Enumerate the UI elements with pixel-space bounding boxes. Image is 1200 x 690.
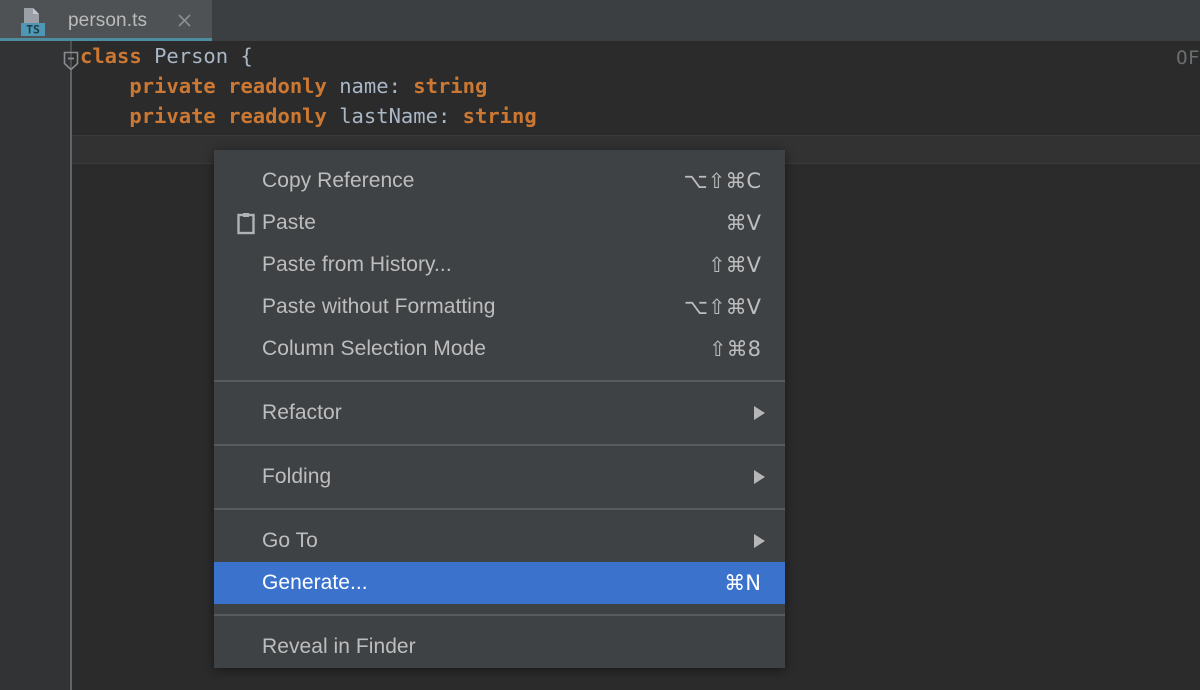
menu-item-paste-from-history[interactable]: Paste from History... ⇧⌘V bbox=[214, 244, 785, 286]
menu-item-label: Paste without Formatting bbox=[262, 295, 496, 318]
menu-item-label: Refactor bbox=[262, 401, 342, 424]
code-token: string bbox=[413, 74, 488, 98]
tab-title: person.ts bbox=[68, 10, 148, 31]
menu-item-shortcut: ⌘N bbox=[724, 571, 761, 595]
code-line: private readonly name: string bbox=[80, 71, 537, 101]
menu-item-shortcut: ⌥⇧⌘C bbox=[683, 169, 761, 193]
code-token: private readonly bbox=[129, 104, 327, 128]
menu-item-label: Folding bbox=[262, 465, 332, 488]
menu-group: Refactor bbox=[214, 392, 785, 434]
menu-item-shortcut: ⌘V bbox=[725, 211, 761, 235]
menu-item-label: Column Selection Mode bbox=[262, 337, 487, 360]
editor-tab-bar: TS person.ts bbox=[0, 0, 1200, 41]
submenu-arrow-icon bbox=[754, 534, 765, 548]
code-content: class Person { private readonly name: st… bbox=[80, 41, 537, 131]
submenu-arrow-icon bbox=[754, 470, 765, 484]
menu-item-label: Paste from History... bbox=[262, 253, 452, 276]
menu-group: Copy Reference ⌥⇧⌘C Paste ⌘V Paste from Hist… bbox=[214, 160, 785, 370]
menu-item-label: Go To bbox=[262, 529, 318, 552]
menu-separator bbox=[214, 444, 785, 446]
menu-item-folding[interactable]: Folding bbox=[214, 456, 785, 498]
code-token: { bbox=[228, 44, 253, 68]
code-line: class Person { bbox=[80, 41, 537, 71]
submenu-arrow-icon bbox=[754, 406, 765, 420]
code-token: class bbox=[80, 44, 142, 68]
ide-window: TS person.ts class Person { private read… bbox=[0, 0, 1200, 690]
code-token: Person bbox=[154, 44, 229, 68]
editor-gutter[interactable] bbox=[0, 41, 72, 690]
editor-tab-person-ts[interactable]: TS person.ts bbox=[0, 0, 212, 41]
close-icon[interactable] bbox=[176, 12, 193, 29]
menu-group: Reveal in Finder bbox=[214, 626, 785, 668]
menu-item-column-selection-mode[interactable]: Column Selection Mode ⇧⌘8 bbox=[214, 328, 785, 370]
menu-separator bbox=[214, 614, 785, 616]
menu-item-shortcut: ⇧⌘8 bbox=[709, 337, 761, 361]
menu-item-label: Copy Reference bbox=[262, 169, 415, 192]
menu-separator bbox=[214, 380, 785, 382]
menu-item-refactor[interactable]: Refactor bbox=[214, 392, 785, 434]
menu-item-shortcut: ⌥⇧⌘V bbox=[683, 295, 761, 319]
code-token: lastName: bbox=[326, 104, 463, 128]
editor-inlay-hint: OF bbox=[1176, 47, 1200, 69]
menu-item-paste[interactable]: Paste ⌘V bbox=[214, 202, 785, 244]
menu-item-go-to[interactable]: Go To bbox=[214, 520, 785, 562]
code-token: name: bbox=[326, 74, 414, 98]
menu-item-generate[interactable]: Generate... ⌘N bbox=[214, 562, 785, 604]
menu-item-shortcut: ⇧⌘V bbox=[708, 253, 761, 277]
menu-item-label: Reveal in Finder bbox=[262, 635, 416, 658]
menu-item-label: Generate... bbox=[262, 571, 368, 594]
menu-item-copy-reference[interactable]: Copy Reference ⌥⇧⌘C bbox=[214, 160, 785, 202]
menu-item-label: Paste bbox=[262, 211, 316, 234]
menu-item-paste-without-formatting[interactable]: Paste without Formatting ⌥⇧⌘V bbox=[214, 286, 785, 328]
editor-context-menu[interactable]: Copy Reference ⌥⇧⌘C Paste ⌘V Paste from Hist… bbox=[214, 150, 785, 668]
menu-item-reveal-in-finder[interactable]: Reveal in Finder bbox=[214, 626, 785, 668]
typescript-file-icon: TS bbox=[15, 4, 49, 38]
fold-collapse-icon[interactable] bbox=[63, 51, 79, 71]
menu-separator bbox=[214, 508, 785, 510]
menu-group: Go To Generate... ⌘N bbox=[214, 520, 785, 604]
menu-group: Folding bbox=[214, 456, 785, 498]
clipboard-icon bbox=[236, 212, 258, 235]
code-token: private readonly bbox=[129, 74, 327, 98]
code-token: string bbox=[462, 104, 537, 128]
code-line: private readonly lastName: string bbox=[80, 101, 537, 131]
svg-text:TS: TS bbox=[26, 23, 40, 37]
